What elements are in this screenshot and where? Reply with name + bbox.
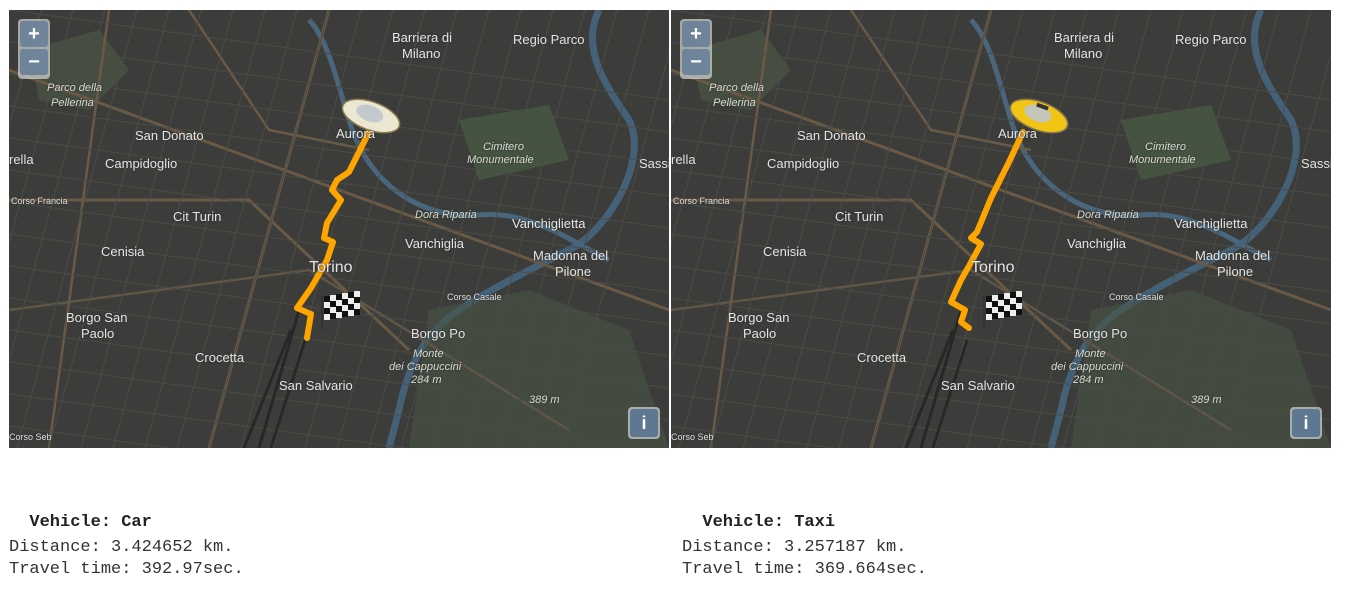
place-label-corso-francia: Corso Francia [673,196,730,206]
place-label-regio-parco: Regio Parco [513,32,585,47]
place-label-vanchiglietta: Vanchiglietta [512,216,586,231]
time-label: Travel time: [682,560,805,579]
place-label-borgo-san-paolo-1: Borgo San [728,310,790,325]
place-label-crocetta: Crocetta [195,350,245,365]
place-label-borgo-san-paolo-1: Borgo San [66,310,128,325]
time-value: 392.97sec. [141,560,244,579]
finish-flag-icon [983,291,1022,330]
place-label-borgo-san-paolo-2: Paolo [81,326,115,341]
place-label-san-donato: San Donato [135,128,204,143]
map-panel-taxi[interactable]: Barriera di Milano Regio Parco Parco della P… [671,10,1331,448]
place-label-madonna-1: Madonna del [1195,248,1271,263]
distance-label: Distance: [682,538,774,557]
place-label-cit-turin: Cit Turin [835,209,884,224]
place-label-madonna-1: Madonna del [533,248,609,263]
info-button[interactable]: i [630,409,658,437]
zoom-control: + − [680,19,712,79]
place-label-madonna-2: Pilone [555,264,592,279]
place-label-cit-turin: Cit Turin [173,209,222,224]
time-label: Travel time: [9,560,132,579]
place-label-sassi: Sassi [1301,156,1331,171]
place-label-dora-riparia: Dora Riparia [1077,209,1139,221]
place-label-aurora: Aurora [998,126,1038,141]
place-label-aurora: Aurora [336,126,376,141]
place-label-campidoglio: Campidoglio [767,156,840,171]
place-label-dora-riparia: Dora Riparia [415,209,477,221]
vehicle-label: Vehicle: [702,513,785,532]
place-label-sassi: Sassi [639,156,669,171]
place-label-torino: Torino [971,259,1015,276]
place-label-san-salvario: San Salvario [941,378,1015,393]
place-label-parco-pellerina-2: Pellerina [713,97,756,109]
place-label-barriera: Barriera di [392,30,452,45]
place-label-vanchiglietta: Vanchiglietta [1174,216,1248,231]
distance-line-car: Distance: 3.424652 km. [9,537,233,559]
place-label-borgo-san-paolo-2: Paolo [743,326,777,341]
distance-line-taxi: Distance: 3.257187 km. [682,537,906,559]
zoom-in-button[interactable]: + [682,21,710,47]
place-label-barriera: Barriera di [1054,30,1114,45]
time-value: 369.664sec. [814,560,927,579]
place-label-cenisia: Cenisia [763,244,807,259]
place-label-rella: rella [9,152,34,167]
place-label-peak: 389 m [529,394,560,406]
place-label-san-donato: San Donato [797,128,866,143]
place-label-cimitero-2: Monumentale [467,154,534,166]
place-label-regio-parco: Regio Parco [1175,32,1247,47]
place-label-corso-casale: Corso Casale [447,292,502,302]
finish-flag-icon [321,291,360,330]
place-label-monte-3: 284 m [411,374,442,386]
time-line-car: Travel time: 392.97sec. [9,559,244,581]
zoom-control: + − [18,19,50,79]
distance-label: Distance: [9,538,101,557]
place-label-corso-sebastopoli: Corso Seb [671,432,714,442]
vehicle-name: Taxi [794,513,836,532]
distance-value: 3.424652 km. [111,538,234,557]
vehicle-caption-taxi: Vehicle: Taxi [682,494,835,532]
place-label-cimitero-2: Monumentale [1129,154,1196,166]
map-panel-car[interactable]: Barriera di Milano Regio Parco Parco della P… [9,10,669,448]
place-label-vanchiglia: Vanchiglia [1067,236,1127,251]
place-label-peak: 389 m [1191,394,1222,406]
place-label-milano: Milano [402,46,441,61]
place-label-madonna-2: Pilone [1217,264,1254,279]
zoom-out-button[interactable]: − [20,49,48,75]
place-label-borgo-po: Borgo Po [411,326,466,341]
place-label-san-salvario: San Salvario [279,378,353,393]
place-label-vanchiglia: Vanchiglia [405,236,465,251]
place-label-corso-francia: Corso Francia [11,196,68,206]
attribution-control: i [1290,407,1322,439]
place-label-borgo-po: Borgo Po [1073,326,1128,341]
distance-value: 3.257187 km. [784,538,907,557]
place-label-corso-sebastopoli: Corso Seb [9,432,52,442]
place-label-corso-casale: Corso Casale [1109,292,1164,302]
info-button[interactable]: i [1292,409,1320,437]
vehicle-caption-car: Vehicle: Car [9,494,152,532]
place-label-torino: Torino [309,259,353,276]
zoom-in-button[interactable]: + [20,21,48,47]
vehicle-name: Car [121,513,152,532]
place-label-milano: Milano [1064,46,1103,61]
vehicle-label: Vehicle: [29,513,112,532]
place-label-campidoglio: Campidoglio [105,156,178,171]
attribution-control: i [628,407,660,439]
place-label-parco-pellerina-1: Parco della [709,82,765,94]
place-label-parco-pellerina-1: Parco della [47,82,103,94]
zoom-out-button[interactable]: − [682,49,710,75]
time-line-taxi: Travel time: 369.664sec. [682,559,927,581]
place-label-rella: rella [671,152,696,167]
place-label-crocetta: Crocetta [857,350,907,365]
place-label-cenisia: Cenisia [101,244,145,259]
place-label-parco-pellerina-2: Pellerina [51,97,94,109]
place-label-monte-3: 284 m [1073,374,1104,386]
